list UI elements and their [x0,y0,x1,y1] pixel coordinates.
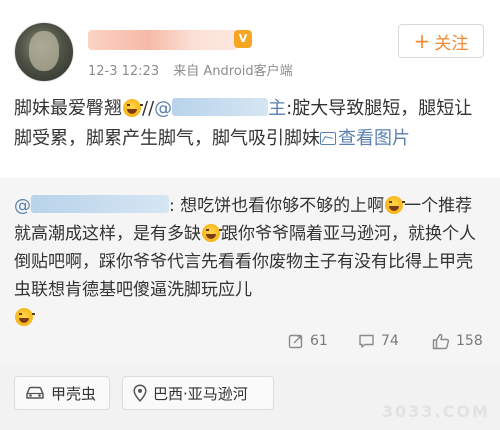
follow-button[interactable]: + 关注 [398,24,484,58]
laugh-emoji-icon [123,99,143,117]
post-source: 来自 Android客户端 [173,64,293,79]
vip-badge-icon: V [234,30,252,48]
comment-icon [359,334,374,348]
mention-blur [172,98,269,116]
repost-mention-at: @ [14,196,31,216]
like-action[interactable]: 158 [432,326,483,356]
watermark: 3033.COM [382,402,490,421]
avatar[interactable] [14,22,74,82]
repost-mention-blur [31,195,169,213]
car-icon [26,386,44,399]
post-time: 12-3 12:23 [88,64,160,79]
post-meta: 12-3 12:23 来自 Android客户端 [88,60,293,79]
post-header: user V 12-3 12:23 来自 Android客户端 + 关注 [0,0,500,86]
view-image-label: 查看图片 [338,128,410,149]
repost-text: @: 想吃饼也看你够不够的上啊 一个推荐就高潮成这样，是有多缺 跟你爷爷隔着亚马逊河… [14,192,488,332]
avatar-face [29,31,59,71]
laugh-emoji-icon [15,308,35,326]
post-separator: // [142,98,155,119]
mention-tail: 主 [268,98,287,119]
comment-count: 74 [381,333,399,349]
car-tag[interactable]: 甲壳虫 [14,376,110,410]
repost-box[interactable]: @: 想吃饼也看你够不够的上啊 一个推荐就高潮成这样，是有多缺 跟你爷爷隔着亚马逊河… [0,178,500,364]
plus-icon: + [413,29,431,53]
repost-actions: 61 74 158 [0,326,500,356]
repost-icon [288,334,303,349]
post-text: 脚妹最爱臀翘//@ 主:腚大导致腿短，腿短让脚受累，脚累产生脚气，脚气吸引脚妹 查看… [14,94,488,154]
repost-count: 61 [310,333,328,349]
post-text-start: 脚妹最爱臀翘 [14,98,122,119]
like-icon [432,333,450,349]
post-mention[interactable]: @ 主 [154,98,286,119]
laugh-emoji-icon [202,224,222,242]
car-label: 甲壳虫 [51,384,97,403]
repost-text-part1: : 想吃饼也看你够不够的上啊 [169,196,385,216]
repost-action[interactable]: 61 [288,326,328,356]
mention-at: @ [154,98,173,119]
username-blurred[interactable]: user [88,30,238,50]
location-pin-icon [133,384,147,402]
repost-mention[interactable]: @ [14,195,169,216]
image-link-icon [320,132,336,145]
comment-action[interactable]: 74 [358,326,399,356]
place-label: 巴西·亚马逊河 [153,384,248,403]
like-count: 158 [456,333,483,349]
view-image-link[interactable]: 查看图片 [320,128,410,149]
laugh-emoji-icon [385,196,406,214]
location-tag[interactable]: 巴西·亚马逊河 [122,376,274,410]
follow-label: 关注 [434,33,469,54]
